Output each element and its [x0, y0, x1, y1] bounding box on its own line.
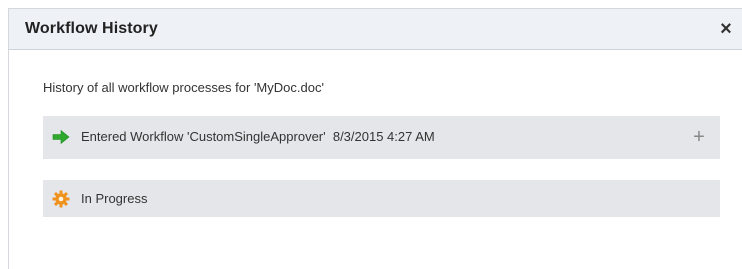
history-entry-in-progress: In Progress — [43, 180, 720, 217]
close-icon[interactable]: × — [720, 18, 732, 40]
expand-button[interactable]: + — [690, 127, 708, 147]
history-entry-entered-workflow: Entered Workflow 'CustomSingleApprover' … — [43, 116, 720, 159]
plus-icon[interactable]: + — [693, 126, 705, 148]
intro-text: History of all workflow processes for 'M… — [43, 80, 324, 95]
history-entry-text: Entered Workflow 'CustomSingleApprover' … — [81, 129, 435, 144]
close-button[interactable]: × — [715, 17, 737, 41]
dialog-header: Workflow History × — [9, 9, 742, 50]
history-entry-label: In Progress — [81, 191, 148, 206]
gear-icon — [52, 190, 70, 208]
workflow-history-dialog: Workflow History × History of all workfl… — [8, 8, 742, 269]
history-entry-timestamp: 8/3/2015 4:27 AM — [332, 129, 435, 144]
history-entry-label: Entered Workflow 'CustomSingleApprover' — [81, 129, 326, 144]
arrow-right-icon — [52, 128, 70, 146]
dialog-title: Workflow History — [25, 20, 158, 37]
